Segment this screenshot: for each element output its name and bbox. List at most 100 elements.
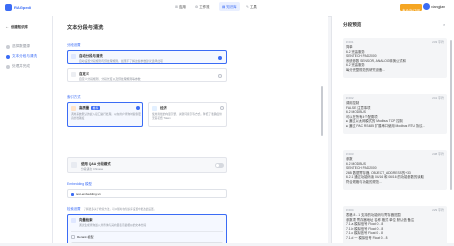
embedding-value: text-embedding-v1 [76, 192, 101, 196]
page-title: 文本分段与清洗 [67, 25, 104, 31]
rerank-row[interactable]: Rerank 模型 [71, 235, 94, 239]
chunk-id: # 002 [346, 96, 354, 100]
step-label: 文本分段与清洗 [12, 54, 38, 58]
user-name: xiangjian [431, 4, 446, 9]
step-label: 处理并完成 [12, 64, 30, 68]
vector-desc: 通过生成查询嵌入并查询与其向量表示最相似的文本分段 [79, 224, 147, 227]
nav-label: 知识库 [226, 5, 237, 9]
step-segment-clean[interactable]: 文本分段与清洗 [6, 54, 37, 59]
vector-title: 向量检索 [79, 218, 93, 222]
nav-item-knowledge[interactable]: ▤ 知识库 [219, 2, 240, 11]
segment-preview-panel: 分段预览 × # 001 233 字符 简单 6.2 完善服务 SENTECH P… [331, 16, 454, 246]
preview-chunk: # 004 229 字符 表格 8 - 1 支持的功能码与寄存器范围 参数项 寄存… [343, 206, 447, 246]
vector-icon [71, 218, 76, 223]
hq-radio[interactable] [136, 106, 140, 110]
nav-label: 工作流 [199, 5, 210, 9]
close-icon[interactable]: × [443, 22, 445, 27]
option-desc: 自动设置分段规则与预处理规则，如果不了解这些参数建议选择此项 [79, 59, 163, 63]
option-desc: 自定义分段规则、分段长度以及预处理规则等参数 [79, 77, 141, 81]
plan-badge[interactable]: 专业版订阅 [400, 4, 422, 13]
nav-label: 工具 [250, 5, 257, 9]
auto-radio[interactable] [218, 56, 222, 60]
option-vector-search[interactable]: 向量检索 通过生成查询嵌入并查询与其向量表示最相似的文本分段 Rerank 模型 [67, 214, 227, 243]
divider [71, 231, 223, 232]
chunk-id: # 001 [346, 40, 354, 44]
recommend-badge: 推荐 [91, 105, 100, 110]
custom-radio[interactable] [218, 74, 222, 78]
option-economy[interactable]: 经济 使用离线的向量引擎、关键词索引等方式，降低了准确度但无需花费 Token [148, 102, 227, 127]
star-icon [71, 106, 76, 111]
auto-icon [71, 54, 76, 59]
step-indicator [6, 64, 10, 69]
eco-radio[interactable] [220, 106, 224, 110]
chunk-id: # 004 [346, 208, 354, 212]
chunk-line: 每分完整规范的研究设备... [346, 67, 386, 72]
option-title: 高质量 [79, 106, 90, 110]
book-icon: ▤ [222, 4, 226, 9]
rerank-label: Rerank 模型 [77, 235, 94, 239]
app-logo[interactable]: RAGpedi [5, 4, 31, 11]
logo-icon [5, 4, 12, 11]
preview-chunk: # 003 238 字符 参数 6.2 MODBUS SENTECH PAD200… [343, 150, 447, 190]
steps-sidebar: ← 创建知识库 选择数据源 文本分段与清洗 处理并完成 [0, 16, 53, 243]
main-scrollbar[interactable] [321, 86, 323, 136]
segmentation-label: 分段设置 [67, 43, 81, 47]
embedding-model-select[interactable]: text-embedding-v1 [67, 189, 227, 198]
custom-icon [71, 72, 76, 77]
option-auto-segment[interactable]: 自动分段与清洗 自动设置分段规则与预处理规则，如果不了解这些参数建议选择此项 [67, 50, 227, 64]
chunk-line: 7.1.d 一 模拟信号 Float 0 - 8 [346, 235, 388, 240]
qa-mode-row: 使用 Q&A 分段模式 分段语言 Chinese [67, 157, 227, 173]
leaf-icon [152, 106, 157, 111]
option-high-quality[interactable]: 高质量 推荐 调用系统默认的嵌入接口进行处理，以在用户查询时提供更高的准确度 [67, 102, 143, 127]
nav-label: 应用 [179, 5, 186, 9]
retrieval-header: 检索设置 了解更多关于检索方法，可以随时在知识库设置中更改此设置。 [67, 206, 156, 211]
option-title: 自定义 [79, 72, 90, 76]
chunk-count: 229 字符 [432, 208, 444, 212]
plan-label: 专业版订阅 [402, 9, 420, 13]
option-title: 自动分段与清洗 [79, 54, 103, 58]
wrench-icon: ✎ [246, 4, 250, 9]
option-custom[interactable]: 自定义 自定义分段规则、分段长度以及预处理规则等参数 [67, 68, 227, 82]
step-indicator [6, 54, 10, 59]
back-button[interactable]: ← 创建知识库 [5, 24, 28, 29]
qa-toggle[interactable] [215, 163, 224, 168]
top-bar: RAGpedi ⊞ 应用 ⚙ 工作流 ▤ 知识库 ✎ 工具 专业版订阅 xian… [0, 0, 454, 17]
preview-scrollbar[interactable] [450, 40, 452, 190]
chunk-count: 233 字符 [432, 40, 444, 44]
apps-icon: ⊞ [175, 4, 179, 9]
user-menu[interactable]: xiangjian [423, 3, 445, 10]
retrieval-hint[interactable]: 了解更多关于检索方法，可以随时在知识库设置中更改此设置。 [84, 207, 157, 211]
chunk-count: 241 字符 [432, 96, 444, 100]
option-desc: 使用离线的向量引擎、关键词索引等方式，降低了准确度但无需花费 Token [152, 113, 222, 120]
qa-desc: 分段语言 Chinese [81, 167, 104, 171]
retrieval-label: 检索设置 [67, 207, 81, 211]
chunk-count: 238 字符 [432, 152, 444, 156]
step-indicator [6, 44, 10, 49]
chunk-line: ● 通过 PAC RS485 扩展串口使用 Modbus RTU 协议... [346, 123, 426, 128]
preview-chunk: # 002 241 字符 调用控制 FALSE 注意事项 6.2 MODBUS 可… [343, 94, 447, 134]
preview-title: 分段预览 [343, 22, 362, 27]
embedding-label: Embedding 模型 [67, 182, 92, 186]
avatar [423, 3, 430, 10]
qa-icon [71, 162, 77, 168]
rerank-checkbox[interactable] [71, 235, 75, 239]
nav-item-tools[interactable]: ✎ 工具 [246, 4, 257, 10]
option-desc: 调用系统默认的嵌入接口进行处理，以在用户查询时提供更高的准确度 [71, 113, 141, 120]
arrow-left-icon: ← [5, 24, 9, 29]
chunk-line: 符合规格与功能的规范... [346, 179, 382, 184]
workflow-icon: ⚙ [195, 4, 199, 9]
back-label: 创建知识库 [11, 25, 28, 29]
step-process-finish[interactable]: 处理并完成 [6, 64, 30, 69]
step-label: 选择数据源 [12, 44, 30, 48]
index-mode-label: 索引方式 [67, 95, 81, 99]
preview-chunk: # 001 233 字符 简单 6.2 完善服务 SENTECH PAD2000 … [343, 38, 447, 78]
nav-item-workflow[interactable]: ⚙ 工作流 [195, 4, 210, 10]
model-icon [71, 192, 74, 196]
main-panel: 文本分段与清洗 分段设置 自动分段与清洗 自动设置分段规则与预处理规则，如果不了… [53, 16, 328, 243]
chunk-id: # 003 [346, 152, 354, 156]
app-name: RAGpedi [14, 5, 32, 10]
qa-title: 使用 Q&A 分段模式 [81, 162, 111, 166]
nav-item-apps[interactable]: ⊞ 应用 [175, 4, 186, 10]
step-select-source[interactable]: 选择数据源 [6, 44, 30, 49]
option-title: 经济 [160, 106, 167, 110]
